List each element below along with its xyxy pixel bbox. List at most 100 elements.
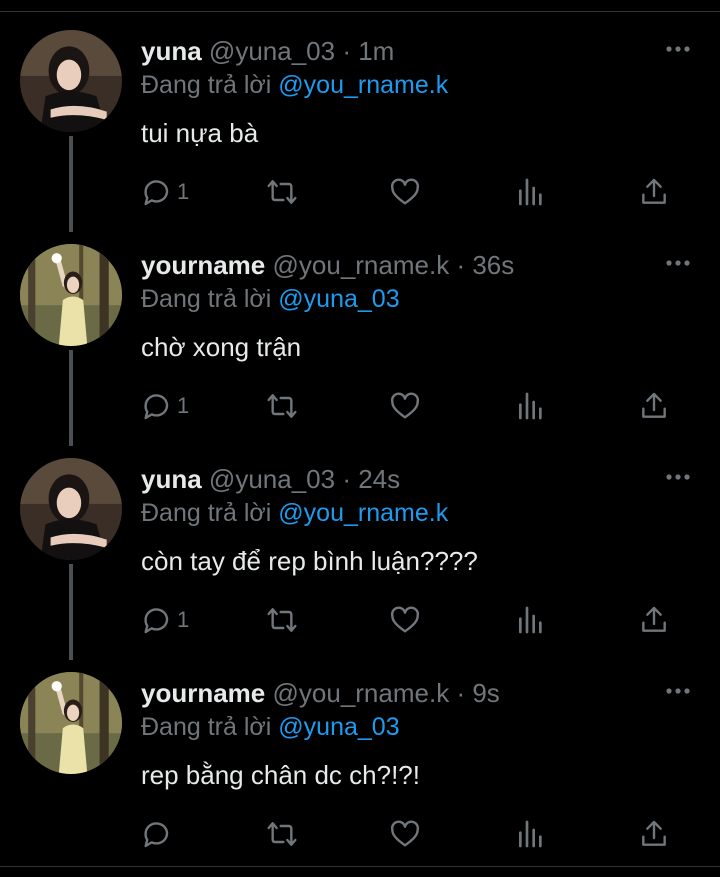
action-bar: 1 (0, 386, 720, 426)
tweet-header: yuna @yuna_03 · 1m (141, 34, 394, 68)
action-bar: 1 (0, 600, 720, 640)
avatar[interactable] (20, 458, 122, 560)
more-icon[interactable] (664, 684, 692, 698)
separator: · (342, 464, 351, 494)
reply-count: 1 (177, 393, 190, 418)
yourname-avatar-image (20, 672, 122, 774)
reply-icon (144, 608, 169, 634)
tweet[interactable]: yourname @you_rname.k · 9s Đang trả lời … (0, 654, 720, 868)
mention-link[interactable]: @you_rname.k (278, 71, 448, 99)
share-button[interactable] (638, 814, 670, 854)
action-bar (0, 814, 720, 854)
like-button[interactable] (389, 600, 421, 640)
yourname-avatar-image (20, 244, 122, 346)
reply-icon (144, 180, 169, 206)
retweet-button[interactable] (266, 386, 298, 426)
yuna-avatar-image (20, 458, 122, 560)
avatar[interactable] (20, 672, 122, 774)
share-button[interactable] (638, 172, 670, 212)
tweet-text: rep bằng chân dc ch?!?! (141, 760, 420, 790)
timestamp[interactable]: 9s (472, 678, 499, 708)
views-button[interactable] (515, 386, 547, 426)
like-icon (390, 178, 420, 205)
user-handle[interactable]: @you_rname.k (273, 678, 450, 708)
timestamp[interactable]: 1m (358, 36, 394, 66)
like-button[interactable] (389, 814, 421, 854)
tweet-text: còn tay để rep bình luận???? (141, 546, 478, 576)
views-button[interactable] (515, 172, 547, 212)
tweet-header: yourname @you_rname.k · 9s (141, 676, 500, 710)
share-icon (642, 178, 666, 204)
views-icon (519, 178, 542, 206)
reply-count: 1 (177, 179, 190, 204)
share-icon (642, 606, 666, 632)
views-icon (519, 820, 542, 848)
avatar[interactable] (20, 30, 122, 132)
like-icon (390, 392, 420, 419)
views-icon (519, 606, 542, 634)
tweet-header: yuna @yuna_03 · 24s (141, 462, 400, 496)
share-button[interactable] (638, 600, 670, 640)
timestamp[interactable]: 24s (358, 464, 400, 494)
replying-to: Đang trả lời @you_rname.k (141, 496, 448, 530)
tweet[interactable]: yuna @yuna_03 · 1m Đang trả lời @you_rna… (0, 12, 720, 226)
replying-to: Đang trả lời @yuna_03 (141, 710, 400, 744)
bottom-divider (0, 866, 720, 867)
share-button[interactable] (638, 386, 670, 426)
more-icon[interactable] (664, 470, 692, 484)
retweet-icon (267, 822, 297, 846)
reply-icon (144, 822, 169, 848)
timestamp[interactable]: 36s (472, 250, 514, 280)
mention-link[interactable]: @yuna_03 (278, 285, 399, 313)
tweet[interactable]: yourname @you_rname.k · 36s Đang trả lời… (0, 226, 720, 440)
avatar[interactable] (20, 244, 122, 346)
reply-icon (144, 394, 169, 420)
display-name[interactable]: yourname (141, 678, 265, 708)
like-icon (390, 606, 420, 633)
reply-button[interactable] (141, 814, 177, 854)
like-button[interactable] (389, 172, 421, 212)
user-handle[interactable]: @yuna_03 (209, 36, 335, 66)
retweet-button[interactable] (266, 814, 298, 854)
like-button[interactable] (389, 386, 421, 426)
reply-button[interactable]: 1 (141, 600, 189, 640)
retweet-button[interactable] (266, 600, 298, 640)
replying-to-label: Đang trả lời (141, 499, 272, 527)
user-handle[interactable]: @you_rname.k (273, 250, 450, 280)
replying-to-label: Đang trả lời (141, 71, 272, 99)
tweet-header: yourname @you_rname.k · 36s (141, 248, 514, 282)
more-icon[interactable] (664, 256, 692, 270)
mention-link[interactable]: @yuna_03 (278, 713, 399, 741)
like-icon (390, 820, 420, 847)
replying-to-label: Đang trả lời (141, 285, 272, 313)
share-icon (642, 392, 666, 418)
display-name[interactable]: yourname (141, 250, 265, 280)
views-icon (519, 392, 542, 420)
tweet-text: tui nựa bà (141, 118, 259, 148)
mention-link[interactable]: @you_rname.k (278, 499, 448, 527)
yuna-avatar-image (20, 30, 122, 132)
views-button[interactable] (515, 814, 547, 854)
display-name[interactable]: yuna (141, 36, 202, 66)
more-icon[interactable] (664, 42, 692, 56)
separator: · (456, 250, 466, 280)
reply-button[interactable]: 1 (141, 386, 189, 426)
separator: · (456, 678, 466, 708)
reply-count: 1 (177, 607, 190, 632)
display-name[interactable]: yuna (141, 464, 202, 494)
action-bar: 1 (0, 172, 720, 212)
tweet-text: chờ xong trận (141, 332, 302, 362)
retweet-button[interactable] (266, 172, 298, 212)
user-handle[interactable]: @yuna_03 (209, 464, 335, 494)
tweet[interactable]: yuna @yuna_03 · 24s Đang trả lời @you_rn… (0, 440, 720, 654)
replying-to: Đang trả lời @yuna_03 (141, 282, 400, 316)
share-icon (642, 820, 666, 846)
retweet-icon (267, 394, 297, 418)
separator: · (342, 36, 351, 66)
reply-button[interactable]: 1 (141, 172, 189, 212)
retweet-icon (267, 180, 297, 204)
replying-to: Đang trả lời @you_rname.k (141, 68, 448, 102)
replying-to-label: Đang trả lời (141, 713, 272, 741)
retweet-icon (267, 608, 297, 632)
views-button[interactable] (515, 600, 547, 640)
